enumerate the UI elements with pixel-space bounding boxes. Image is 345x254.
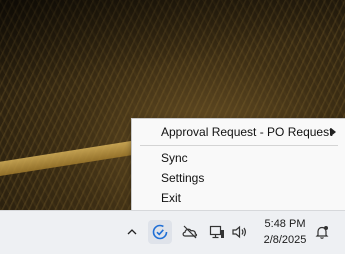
menu-item-label: Approval Request - PO Request <box>161 125 333 139</box>
clock-date: 2/8/2025 <box>263 234 307 246</box>
chevron-up-icon[interactable] <box>120 220 144 244</box>
taskbar-clock[interactable]: 5:48 PM 2/8/2025 <box>262 216 308 248</box>
taskbar: 5:48 PM 2/8/2025 <box>0 210 345 254</box>
clock-time: 5:48 PM <box>264 218 306 230</box>
menu-item-approval-request[interactable]: Approval Request - PO Request <box>132 122 345 142</box>
tray-context-menu: Approval Request - PO Request Sync Setti… <box>131 118 345 211</box>
notification-bell-icon[interactable] <box>310 220 334 244</box>
menu-item-settings[interactable]: Settings <box>132 168 345 188</box>
onedrive-offline-icon[interactable] <box>178 220 202 244</box>
menu-item-label: Settings <box>161 171 205 185</box>
menu-item-sync[interactable]: Sync <box>132 148 345 168</box>
volume-icon[interactable] <box>228 220 252 244</box>
network-monitor-icon[interactable] <box>205 220 229 244</box>
menu-item-label: Sync <box>161 151 188 165</box>
menu-separator <box>140 145 338 146</box>
menu-item-exit[interactable]: Exit <box>132 188 345 208</box>
submenu-arrow-icon <box>331 128 336 136</box>
menu-item-label: Exit <box>161 191 182 205</box>
checkmark-circle-app-icon[interactable] <box>148 220 172 244</box>
